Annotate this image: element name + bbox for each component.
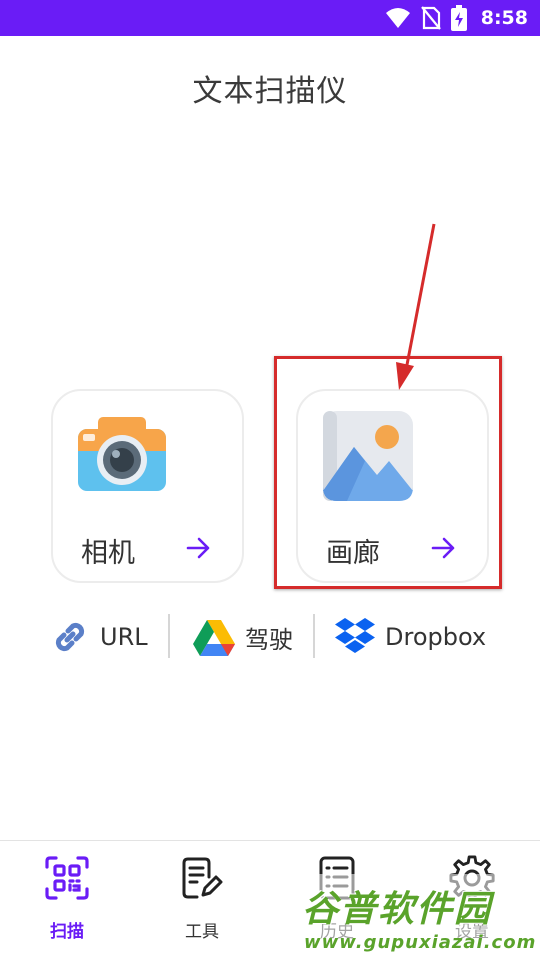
gallery-card[interactable]: 画廊 <box>296 389 489 583</box>
edit-note-icon <box>182 857 223 899</box>
gallery-card-label: 画廊 <box>326 538 380 569</box>
divider <box>168 614 170 658</box>
link-icon <box>55 622 85 652</box>
dropbox-icon <box>335 618 375 653</box>
history-list-icon <box>319 856 355 900</box>
url-source[interactable]: URL <box>50 612 148 662</box>
dropbox-source[interactable]: Dropbox <box>335 612 486 662</box>
bottom-nav: 扫描 工具 历史 设置 <box>0 840 540 960</box>
status-icons: 8:58 <box>385 0 528 36</box>
status-time: 8:58 <box>480 7 528 29</box>
no-sim-icon <box>420 6 441 30</box>
nav-settings[interactable]: 设置 <box>422 855 522 955</box>
camera-icon <box>78 417 166 491</box>
qr-scan-icon <box>45 856 89 900</box>
status-bar: 8:58 <box>0 0 540 36</box>
drive-source-label: 驾驶 <box>245 625 293 654</box>
arrow-right-icon <box>186 537 210 559</box>
gear-icon <box>449 855 495 900</box>
arrow-right-icon <box>431 537 455 559</box>
dropbox-source-label: Dropbox <box>385 623 487 651</box>
divider <box>313 614 315 658</box>
nav-settings-label: 设置 <box>455 922 489 942</box>
sources-row: URL 驾驶 Dropbox <box>0 612 540 662</box>
google-drive-icon <box>193 620 235 656</box>
nav-scan[interactable]: 扫描 <box>17 855 117 955</box>
camera-card-label: 相机 <box>81 538 135 569</box>
nav-tools[interactable]: 工具 <box>152 855 252 955</box>
nav-tools-label: 工具 <box>185 922 219 942</box>
nav-scan-label: 扫描 <box>50 922 84 942</box>
camera-card[interactable]: 相机 <box>51 389 244 583</box>
gallery-icon <box>323 411 413 501</box>
nav-history-label: 历史 <box>320 922 354 942</box>
nav-history[interactable]: 历史 <box>287 855 387 955</box>
url-source-label: URL <box>100 623 148 651</box>
wifi-icon <box>385 8 410 28</box>
battery-charging-icon <box>450 5 467 31</box>
page-title: 文本扫描仪 <box>192 74 348 109</box>
drive-source[interactable]: 驾驶 <box>193 612 293 662</box>
